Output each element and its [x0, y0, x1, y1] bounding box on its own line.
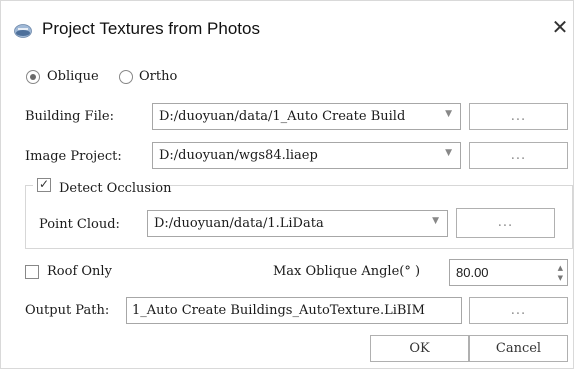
detect-occlusion-legend: ✓ Detect Occlusion [33, 177, 171, 196]
max-oblique-angle-value: 80.00 [456, 265, 489, 280]
detect-occlusion-checkbox[interactable]: ✓ [37, 177, 51, 192]
radio-ortho-label: Ortho [139, 69, 178, 84]
image-project-combobox[interactable]: D:/duoyuan/wgs84.liaep ▼ [152, 142, 461, 169]
chevron-down-icon: ▼ [445, 109, 452, 119]
point-cloud-label: Point Cloud: [39, 217, 120, 232]
output-path-input[interactable]: 1_Auto Create Buildings_AutoTexture.LiBI… [126, 297, 462, 324]
ok-button[interactable]: OK [370, 335, 469, 362]
building-file-browse-button[interactable]: ... [469, 103, 568, 130]
chevron-down-icon: ▼ [445, 148, 452, 158]
max-oblique-angle-spinbox[interactable]: 80.00 ▲ ▼ [449, 259, 568, 286]
roof-only-label: Roof Only [47, 264, 112, 279]
radio-ortho[interactable] [119, 70, 133, 84]
max-oblique-angle-label: Max Oblique Angle(° ) [273, 264, 421, 279]
output-path-value: 1_Auto Create Buildings_AutoTexture.LiBI… [132, 303, 425, 318]
building-file-label: Building File: [25, 109, 114, 124]
chevron-down-icon: ▼ [432, 216, 439, 226]
building-file-combobox[interactable]: D:/duoyuan/data/1_Auto Create Build ▼ [152, 103, 461, 130]
point-cloud-combobox[interactable]: D:/duoyuan/data/1.LiData ▼ [147, 210, 448, 237]
cancel-button[interactable]: Cancel [469, 335, 568, 362]
check-icon: ✓ [39, 177, 50, 191]
project-textures-dialog: Project Textures from Photos ✕ Oblique O… [0, 0, 574, 369]
point-cloud-browse-button[interactable]: ... [456, 208, 555, 238]
output-path-browse-button[interactable]: ... [469, 297, 568, 324]
dialog-title: Project Textures from Photos [42, 19, 260, 38]
spin-up-icon[interactable]: ▲ [558, 264, 563, 272]
spin-down-icon[interactable]: ▼ [558, 274, 563, 282]
image-project-label: Image Project: [25, 149, 122, 164]
point-cloud-value: D:/duoyuan/data/1.LiData [154, 216, 324, 231]
radio-oblique[interactable] [26, 70, 40, 84]
detect-occlusion-label: Detect Occlusion [59, 181, 172, 196]
output-path-label: Output Path: [25, 303, 110, 318]
app-icon [14, 23, 32, 38]
image-project-browse-button[interactable]: ... [469, 142, 568, 169]
image-project-value: D:/duoyuan/wgs84.liaep [159, 148, 318, 163]
roof-only-checkbox[interactable] [25, 265, 39, 279]
radio-oblique-label: Oblique [47, 69, 99, 84]
title-bar: Project Textures from Photos ✕ [1, 1, 574, 53]
close-icon[interactable]: ✕ [549, 17, 571, 39]
building-file-value: D:/duoyuan/data/1_Auto Create Build [159, 109, 406, 124]
